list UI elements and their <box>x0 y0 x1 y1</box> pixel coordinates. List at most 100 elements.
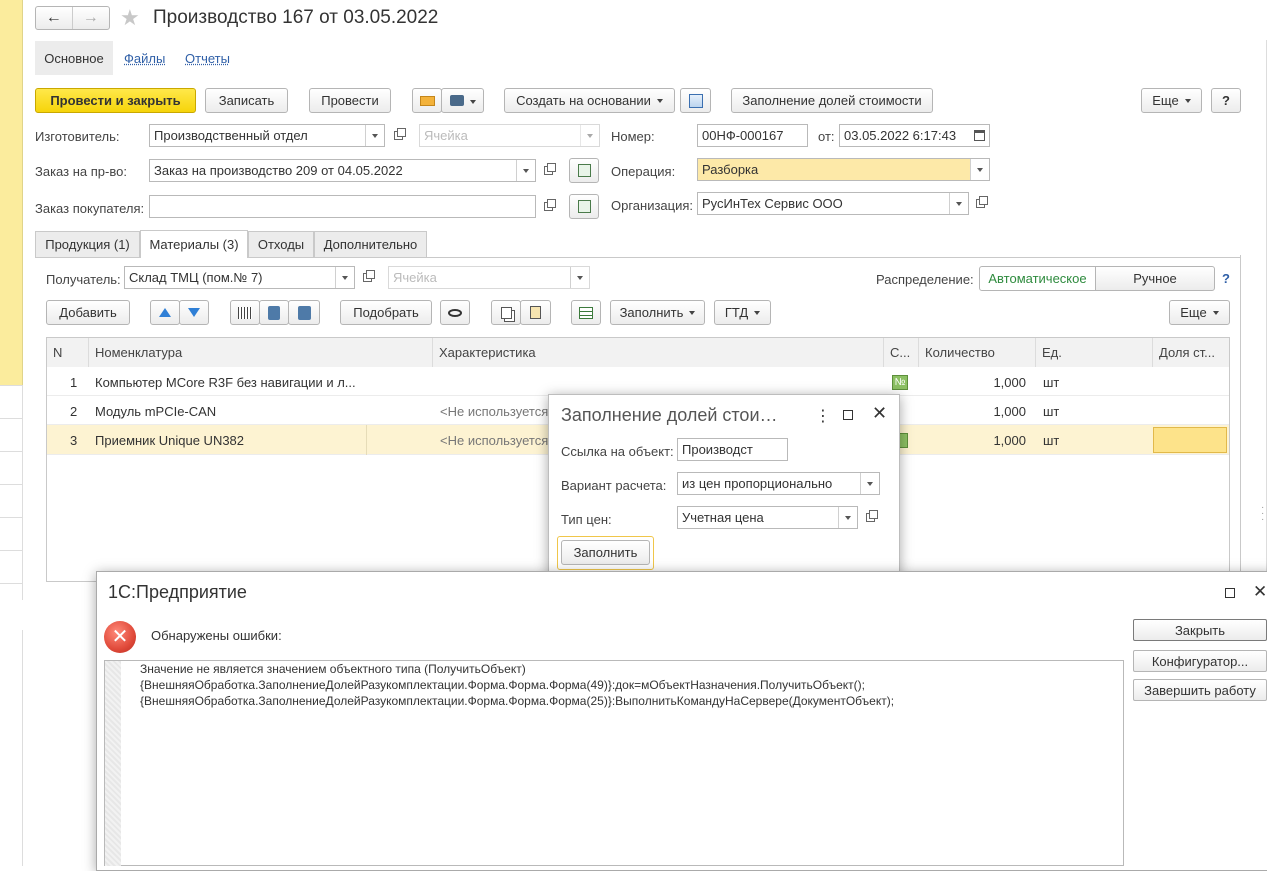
row-unit: шт <box>1043 375 1060 390</box>
splitter-handle-icon[interactable]: · · · <box>1261 503 1265 525</box>
fill-label: Заполнить <box>619 305 684 320</box>
copy-button[interactable] <box>491 300 521 325</box>
chevron-down-icon[interactable] <box>860 473 879 494</box>
eye-icon <box>448 308 462 317</box>
pick-button[interactable]: Подобрать <box>340 300 432 325</box>
fill-dialog-menu-icon[interactable]: ⋮ <box>815 406 831 426</box>
add-row-button[interactable]: Добавить <box>46 300 130 325</box>
maker-open-icon[interactable] <box>389 124 408 147</box>
org-field[interactable]: РусИнТех Сервис ООО <box>697 192 969 215</box>
nav-buttons-group: ← → <box>35 6 110 30</box>
customer-order-create-button[interactable] <box>569 194 599 219</box>
view-button[interactable] <box>440 300 470 325</box>
col-characteristic[interactable]: Характеристика <box>433 338 884 367</box>
chevron-down-icon[interactable] <box>570 267 589 288</box>
email-button[interactable] <box>412 88 442 113</box>
materials-cell-field[interactable]: Ячейка <box>388 266 590 289</box>
customer-order-open-icon[interactable] <box>539 195 558 218</box>
error-dialog-close-icon[interactable]: ✕ <box>1253 582 1267 602</box>
help-button[interactable]: ? <box>1211 88 1241 113</box>
gtd-button[interactable]: ГТД <box>714 300 771 325</box>
structure-button[interactable] <box>680 88 711 113</box>
move-up-button[interactable] <box>150 300 180 325</box>
order-create-button[interactable] <box>569 158 599 183</box>
create-based-on-button[interactable]: Создать на основании <box>504 88 675 113</box>
post-button[interactable]: Провести <box>309 88 391 113</box>
col-quantity[interactable]: Количество <box>919 338 1036 367</box>
scanner-button[interactable] <box>259 300 289 325</box>
row-number: 1 <box>70 375 78 390</box>
row-unit: шт <box>1043 404 1060 419</box>
scan-check-button[interactable] <box>288 300 320 325</box>
number-field[interactable]: 00НФ-000167 <box>697 124 808 147</box>
barcode-button[interactable] <box>230 300 260 325</box>
maker-field[interactable]: Производственный отдел <box>149 124 385 147</box>
date-field[interactable]: 03.05.2022 6:17:43 <box>839 124 990 147</box>
calc-field[interactable]: из цен пропорционально <box>677 472 880 495</box>
tab-products[interactable]: Продукция (1) <box>35 231 140 257</box>
favorite-star-icon[interactable]: ★ <box>120 5 140 31</box>
tab-reports[interactable]: Отчеты <box>185 51 230 66</box>
chevron-down-icon[interactable] <box>365 125 384 146</box>
chevron-down-icon <box>580 125 599 146</box>
calendar-icon[interactable] <box>974 130 985 141</box>
row-unit: шт <box>1043 433 1060 448</box>
save-button[interactable]: Записать <box>205 88 288 113</box>
move-down-button[interactable] <box>179 300 209 325</box>
chevron-down-icon[interactable] <box>335 267 354 288</box>
order-open-icon[interactable] <box>539 159 558 182</box>
materials-more-button[interactable]: Еще <box>1169 300 1230 325</box>
exit-button[interactable]: Завершить работу <box>1133 679 1267 701</box>
chevron-down-icon[interactable] <box>949 193 968 214</box>
calc-value: из цен пропорционально <box>682 476 833 491</box>
distribution-help-link[interactable]: ? <box>1222 271 1230 286</box>
col-cost-share[interactable]: Доля ст... <box>1153 338 1229 367</box>
receiver-open-icon[interactable] <box>358 266 377 289</box>
col-n[interactable]: N <box>47 338 89 367</box>
chevron-down-icon[interactable] <box>516 160 535 181</box>
tab-materials[interactable]: Материалы (3) <box>140 230 248 258</box>
error-close-button[interactable]: Закрыть <box>1133 619 1267 641</box>
operation-field[interactable]: Разборка <box>697 158 990 181</box>
col-unit[interactable]: Ед. <box>1036 338 1153 367</box>
fill-dialog-fill-button[interactable]: Заполнить <box>561 540 650 565</box>
error-dialog-maximize-icon[interactable] <box>1225 588 1235 598</box>
row-name: Модуль mPCIe-CAN <box>95 404 217 419</box>
distribution-manual-button[interactable]: Ручное <box>1095 266 1215 291</box>
post-and-close-button[interactable]: Провести и закрыть <box>35 88 196 113</box>
left-panel-lower <box>0 385 23 866</box>
error-line-3: {ВнешняяОбработка.ЗаполнениеДолейРазуком… <box>140 694 895 708</box>
fill-shares-button[interactable]: Заполнение долей стоимости <box>731 88 933 113</box>
order-field[interactable]: Заказ на производство 209 от 04.05.2022 <box>149 159 536 182</box>
tab-main[interactable]: Основное <box>35 41 113 75</box>
chevron-down-icon[interactable] <box>970 159 989 180</box>
error-dialog-title: 1С:Предприятие <box>108 582 247 602</box>
fill-dialog-close-icon[interactable]: ✕ <box>872 403 887 424</box>
tab-waste[interactable]: Отходы <box>248 231 314 257</box>
fill-dialog-maximize-icon[interactable] <box>843 410 853 420</box>
cost-share-cell-active[interactable] <box>1153 427 1227 453</box>
configurator-button[interactable]: Конфигуратор... <box>1133 650 1267 672</box>
chevron-down-icon[interactable] <box>838 507 857 528</box>
fill-button[interactable]: Заполнить <box>610 300 705 325</box>
tab-additional[interactable]: Дополнительно <box>314 231 427 257</box>
ref-field[interactable]: Производст <box>677 438 788 461</box>
org-open-icon[interactable] <box>971 192 990 215</box>
tab-files[interactable]: Файлы <box>124 51 165 66</box>
customer-order-field[interactable] <box>149 195 536 218</box>
forward-button[interactable]: → <box>73 7 110 29</box>
price-field[interactable]: Учетная цена <box>677 506 858 529</box>
error-circle-icon: ✕ <box>104 621 136 653</box>
back-button[interactable]: ← <box>36 7 73 29</box>
more-button[interactable]: Еще <box>1141 88 1202 113</box>
fill-table-icon-button[interactable] <box>571 300 601 325</box>
col-s[interactable]: С... <box>884 338 919 367</box>
print-button[interactable] <box>441 88 484 113</box>
scanner-icon <box>268 305 280 320</box>
paste-button[interactable] <box>520 300 551 325</box>
receiver-field[interactable]: Склад ТМЦ (пом.№ 7) <box>124 266 355 289</box>
add-document-icon <box>577 164 591 177</box>
col-nomenclature[interactable]: Номенклатура <box>89 338 433 367</box>
price-open-icon[interactable] <box>861 506 880 529</box>
distribution-auto-button[interactable]: Автоматическое <box>979 266 1096 291</box>
